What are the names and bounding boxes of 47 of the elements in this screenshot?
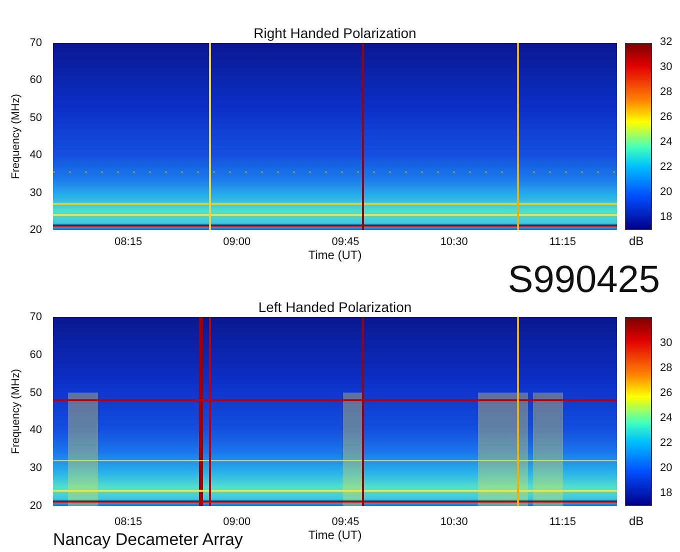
colorbar-tick-label: 22: [660, 160, 672, 175]
colorbar-tick-label: 24: [660, 135, 672, 150]
colorbar-tick-label: 18: [660, 486, 672, 501]
colorbar-tick-label: 24: [660, 411, 672, 426]
colorbar-unit-label: dB: [629, 235, 644, 248]
x-tick-label: 08:15: [114, 236, 144, 248]
x-tick-label: 10:30: [439, 516, 469, 528]
chart-title: Left Handed Polarization: [258, 298, 412, 317]
colorbar-tick-label: 22: [660, 436, 672, 451]
colorbar-tick-label: 30: [660, 336, 672, 351]
colorbar-tick-label: 26: [660, 110, 672, 125]
y-tick-label: 40: [30, 424, 42, 436]
event-id-label: S990425: [508, 262, 660, 298]
x-tick-label: 09:00: [222, 516, 252, 528]
y-tick-label: 30: [30, 186, 42, 199]
x-tick-label: 11:15: [548, 236, 578, 248]
observatory-label: Nancay Decameter Array: [53, 531, 243, 549]
y-tick-label: 60: [30, 348, 42, 361]
colorbar-tick-label: 28: [660, 85, 672, 100]
colorbar-tick-label: 30: [660, 60, 672, 75]
y-tick-label: 50: [30, 112, 42, 124]
y-tick-label: 50: [30, 386, 42, 399]
x-tick-label: 11:15: [548, 516, 578, 528]
colorbar-tick-label: 26: [660, 386, 672, 401]
colorbar-tick-label: 32: [660, 35, 672, 50]
colorbar-tick-label: 28: [660, 361, 672, 376]
y-tick-label: 70: [30, 311, 42, 323]
y-axis-label: Frequency (MHz): [10, 369, 22, 454]
y-tick-label: 20: [30, 224, 42, 236]
colorbar-tick-label: 18: [660, 210, 672, 225]
y-tick-label: 60: [30, 74, 42, 86]
x-tick-label: 10:30: [439, 236, 469, 248]
y-tick-label: 70: [30, 37, 42, 49]
x-tick-label: 08:15: [114, 516, 144, 528]
x-axis-label: Time (UT): [308, 248, 362, 262]
y-tick-label: 20: [30, 500, 42, 512]
x-axis-label: Time (UT): [308, 528, 362, 542]
x-tick-label: 09:45: [330, 516, 360, 528]
y-tick-label: 40: [30, 149, 42, 162]
colorbar-tick-label: 20: [660, 461, 672, 476]
chart-title: Right Handed Polarization: [254, 24, 416, 43]
x-tick-label: 09:00: [222, 236, 252, 248]
y-tick-label: 30: [30, 462, 42, 474]
x-tick-label: 09:45: [330, 236, 360, 248]
colorbar-unit-label: dB: [629, 515, 644, 528]
y-axis-label: Frequency (MHz): [10, 94, 22, 179]
colorbar-tick-label: 20: [660, 185, 672, 200]
